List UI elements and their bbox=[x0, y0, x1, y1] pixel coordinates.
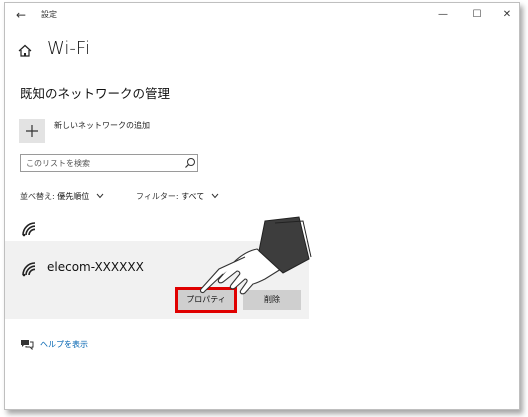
sort-label: 並べ替え: bbox=[20, 192, 58, 201]
help-link[interactable]: ヘルプを表示 bbox=[40, 339, 88, 350]
minimize-button[interactable]: — bbox=[433, 7, 453, 23]
filter-value: すべて bbox=[181, 192, 205, 201]
network-name: elecom-XXXXXX bbox=[47, 260, 144, 274]
close-button[interactable]: ✕ bbox=[497, 7, 517, 23]
title-bar: ← 設定 — ☐ ✕ bbox=[5, 3, 519, 29]
search-input[interactable] bbox=[21, 155, 176, 171]
add-network-button[interactable] bbox=[19, 119, 45, 143]
plus-icon bbox=[26, 125, 38, 137]
pointing-hand-icon bbox=[199, 216, 312, 295]
chevron-down-icon bbox=[96, 193, 104, 199]
filter-dropdown[interactable]: フィルター: すべて bbox=[136, 191, 219, 202]
app-title: 設定 bbox=[41, 10, 57, 19]
sort-value: 優先順位 bbox=[57, 192, 90, 201]
filter-label: フィルター: bbox=[136, 192, 182, 201]
search-box bbox=[20, 154, 198, 172]
help-icon bbox=[21, 340, 34, 350]
maximize-button[interactable]: ☐ bbox=[467, 7, 487, 23]
sort-dropdown[interactable]: 並べ替え: 優先順位 bbox=[20, 191, 104, 202]
add-network-label[interactable]: 新しいネットワークの追加 bbox=[54, 120, 150, 131]
wifi-icon bbox=[22, 262, 36, 277]
search-icon[interactable] bbox=[184, 157, 196, 169]
wifi-icon bbox=[22, 222, 36, 237]
chevron-down-icon bbox=[211, 193, 219, 199]
back-button[interactable]: ← bbox=[13, 7, 29, 23]
settings-window: ← 設定 — ☐ ✕ Wi-Fi 既知のネットワークの管理 新しいネットワークの… bbox=[4, 2, 520, 410]
section-title: 既知のネットワークの管理 bbox=[20, 86, 171, 101]
home-icon bbox=[18, 44, 32, 57]
page-title: Wi-Fi bbox=[47, 38, 90, 59]
